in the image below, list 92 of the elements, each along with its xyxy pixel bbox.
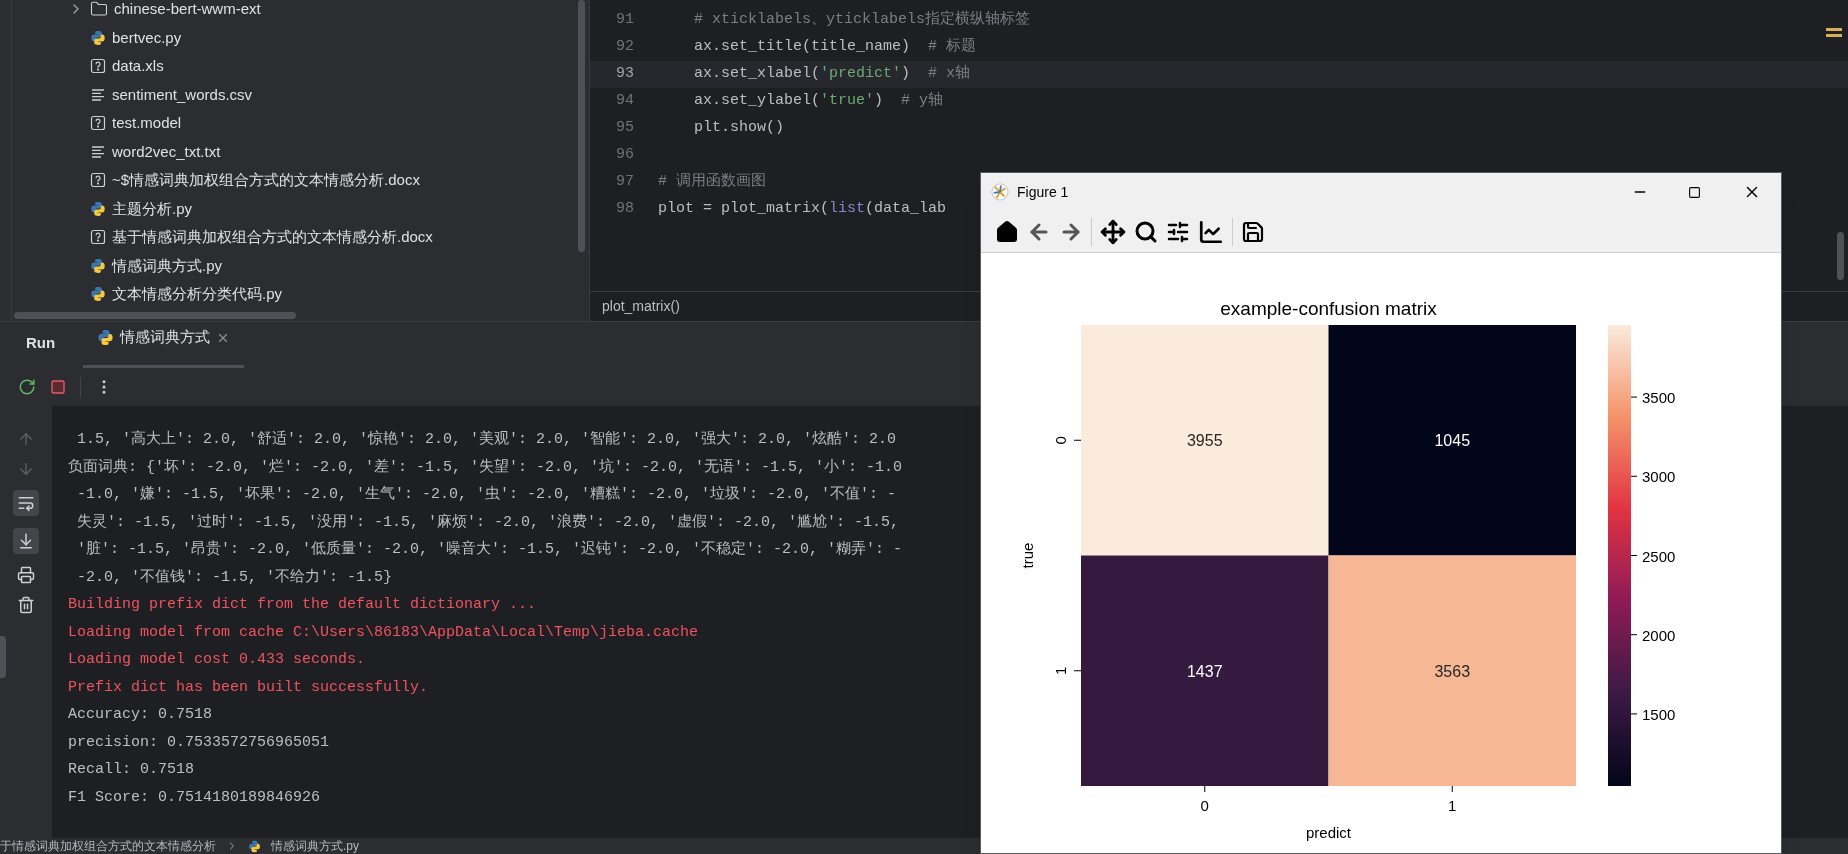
cell-value: 1045	[1434, 432, 1471, 450]
window-title: Figure 1	[1017, 182, 1069, 202]
code-breadcrumb[interactable]: plot_matrix()	[602, 296, 680, 317]
warning-marker[interactable]	[1826, 28, 1842, 31]
home-icon[interactable]	[995, 219, 1019, 244]
file-tree-item[interactable]: 基于情感词典加权组合方式的文本情感分析.docx	[112, 226, 433, 249]
console-line: 1.5, '高大上': 2.0, '舒适': 2.0, '惊艳': 2.0, '美观': 2.0, '智能': 2.0, '强大': 2.0, '炫酷': 2.0	[76, 429, 897, 450]
console-line: Loading model from cache C:\Users\86183\AppData\Local\Temp\jieba.cache	[68, 622, 699, 643]
y-tick-label: 0	[1052, 436, 1069, 445]
line-number: 95	[615, 118, 635, 139]
file-tree-item[interactable]: 情感词典方式.py	[112, 254, 222, 277]
text-file-icon	[90, 86, 106, 103]
x-axis-label: predict	[1306, 824, 1351, 841]
file-tree-item[interactable]: ~$情感词典加权组合方式的文本情感分析.docx	[112, 169, 420, 192]
colorbar-tick-label: 3500	[1642, 389, 1676, 407]
breadcrumb-item[interactable]: 于情感词典加权组合方式的文本情感分析	[0, 839, 216, 853]
cell-value: 3955	[1186, 432, 1223, 450]
colorbar-tick-label: 2500	[1642, 547, 1676, 565]
console-line: '脏': -1.5, '昂贵': -2.0, '低质量': -2.0, '噪音大': -1.5, '迟钝': -2.0, '不稳定': -2.0, '糊弄': -	[76, 539, 903, 560]
line-number: 92	[615, 37, 635, 58]
console-line: Accuracy: 0.7518	[68, 705, 213, 725]
line-number: 93	[615, 64, 635, 85]
print-icon[interactable]	[17, 566, 35, 584]
code-line: ax.set_title(title_name) # 标题	[693, 37, 977, 58]
line-number: 91	[615, 10, 635, 31]
file-tree-item[interactable]: data.xls	[112, 55, 164, 78]
console-line: 失灵': -1.5, '过时': -1.5, '没用': -1.5, '麻烦': -2.0, '浪费': -2.0, '虚假': -2.0, '尴尬': -1.5,	[76, 512, 900, 533]
console-line: Recall: 0.7518	[68, 760, 195, 780]
text-file-icon	[90, 143, 106, 160]
x-tick-label: 1	[1448, 797, 1457, 814]
python-icon	[248, 839, 261, 853]
scroll-to-end-icon[interactable]	[13, 528, 39, 554]
colorbar-tick-label: 1500	[1642, 705, 1676, 723]
cell-value: 1437	[1186, 662, 1223, 680]
pan-icon[interactable]	[1100, 218, 1126, 245]
python-icon	[90, 29, 106, 46]
python-icon	[90, 257, 106, 274]
vertical-scrollbar[interactable]	[1837, 232, 1844, 280]
python-icon	[90, 286, 106, 303]
sliders-icon[interactable]	[1166, 219, 1190, 244]
plot-title: example-confusion matrix	[1220, 298, 1437, 319]
vertical-scrollbar[interactable]	[578, 0, 585, 252]
console-line: -2.0, '不值钱': -1.5, '不给力': -1.5}	[76, 567, 393, 588]
line-number: 97	[615, 172, 635, 193]
file-tree-item[interactable]: word2vec_txt.txt	[112, 140, 221, 163]
wrap-text-icon[interactable]	[13, 490, 39, 516]
unknown-file-icon	[90, 229, 106, 246]
rerun-icon[interactable]	[18, 378, 36, 396]
folder-icon	[90, 0, 108, 19]
console-line: Loading model cost 0.433 seconds.	[68, 650, 366, 670]
save-icon[interactable]	[1241, 219, 1265, 244]
stop-icon[interactable]	[50, 379, 66, 395]
trash-icon[interactable]	[17, 596, 35, 614]
file-tree-item[interactable]: test.model	[112, 112, 182, 135]
x-tick-label: 0	[1200, 797, 1209, 814]
horizontal-scrollbar[interactable]	[14, 312, 296, 319]
cell-value: 3563	[1434, 662, 1471, 680]
unknown-file-icon	[90, 115, 106, 132]
line-chart-icon[interactable]	[1198, 218, 1224, 245]
line-number: 98	[615, 199, 635, 220]
console-line: 负面词典: {'坏': -2.0, '烂': -2.0, '差': -1.5, '失望': -2.0, '坑': -2.0, '无语': -1.5, '小': -1.0	[68, 457, 903, 478]
file-tree-item[interactable]: bertvec.py	[112, 26, 182, 49]
app-logo-icon	[991, 183, 1009, 201]
y-tick-label: 1	[1052, 666, 1069, 675]
line-number: 94	[615, 91, 635, 112]
zoom-icon[interactable]	[1134, 219, 1158, 244]
unknown-file-icon	[90, 172, 106, 189]
python-icon	[90, 200, 106, 217]
code-line: plot = plot_matrix(list(data_lab	[658, 199, 947, 220]
unknown-file-icon	[90, 58, 106, 75]
code-line: ax.set_ylabel('true') # y轴	[693, 90, 944, 112]
colorbar-tick-label: 3000	[1642, 468, 1676, 486]
line-number: 96	[615, 145, 635, 166]
code-line: # xticklabels、yticklabels指定横纵轴标签	[693, 9, 1031, 31]
file-tree-item[interactable]: 主题分析.py	[112, 197, 192, 220]
python-icon	[97, 329, 115, 346]
file-tree-item[interactable]: chinese-bert-wwm-ext	[114, 0, 261, 21]
code-line: plt.show()	[693, 118, 785, 139]
console-line: -1.0, '嫌': -1.5, '坏果': -2.0, '生气': -2.0, '虫': -2.0, '糟糕': -2.0, '垃圾': -2.0, '不值': -	[76, 484, 897, 505]
maximize-icon[interactable]	[1688, 185, 1701, 199]
file-tree-item[interactable]: sentiment_words.csv	[112, 83, 253, 106]
console-line: Prefix dict has been built successfully.	[68, 677, 429, 698]
code-line: # 调用函数画图	[658, 172, 766, 193]
console-line: F1 Score: 0.7514180189846926	[68, 787, 321, 808]
console-line: Building prefix dict from the default dictionary ...	[68, 595, 537, 615]
run-panel-title: Run	[25, 332, 56, 353]
console-line: precision: 0.7533572756965051	[68, 732, 330, 753]
breadcrumb-item[interactable]: 情感词典方式.py	[271, 839, 359, 853]
code-line: ax.set_xlabel('predict') # x轴	[693, 63, 971, 85]
y-axis-label: true	[1019, 542, 1036, 569]
colorbar-tick-label: 2000	[1642, 626, 1676, 644]
file-tree-item[interactable]: 文本情感分析分类代码.py	[112, 283, 282, 306]
